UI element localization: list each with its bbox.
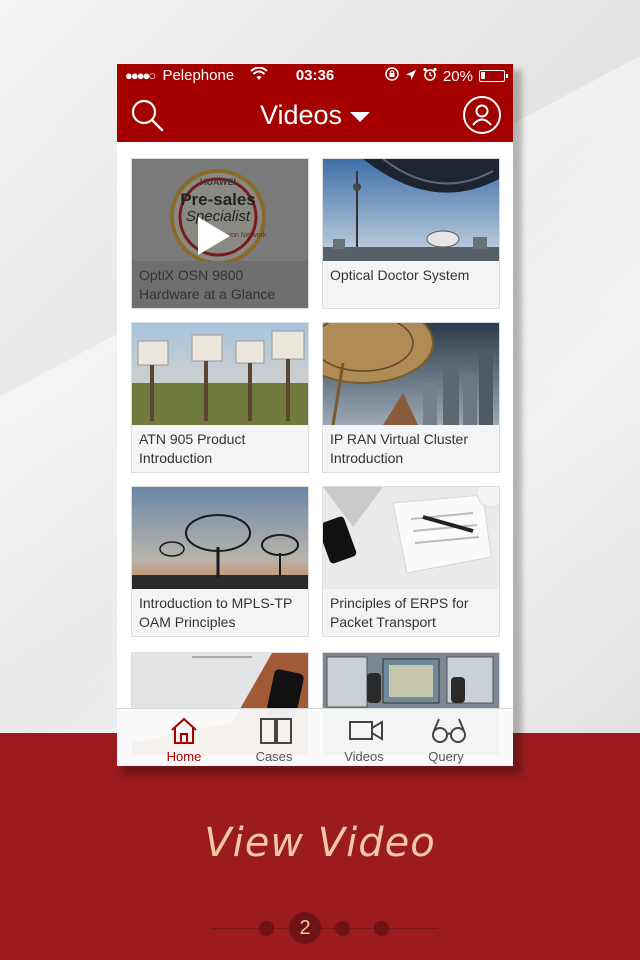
pager-line bbox=[212, 928, 438, 929]
location-icon bbox=[405, 68, 417, 85]
video-card[interactable]: IP RAN Virtual Cluster Introduction bbox=[322, 322, 500, 473]
video-title: Introduction to MPLS-TP OAM Principles bbox=[139, 595, 293, 630]
video-thumbnail bbox=[323, 159, 499, 261]
pager-dot-4[interactable] bbox=[374, 921, 389, 936]
tab-label: Videos bbox=[344, 749, 384, 764]
video-thumbnail bbox=[323, 323, 499, 425]
video-card[interactable]: Introduction to MPLS-TP OAM Principles bbox=[131, 486, 309, 637]
tab-label: Cases bbox=[255, 749, 293, 764]
video-card[interactable]: HUAWEI Pre-sales Specialist Transmission… bbox=[131, 158, 309, 309]
battery-icon bbox=[479, 70, 508, 82]
video-title: IP RAN Virtual Cluster Introduction bbox=[330, 431, 468, 466]
tab-label: Query bbox=[428, 749, 464, 764]
tab-videos[interactable]: Videos bbox=[319, 709, 409, 766]
alarm-icon bbox=[423, 67, 437, 85]
video-card[interactable]: ATN 905 Product Introduction bbox=[131, 322, 309, 473]
video-title: Optical Doctor System bbox=[330, 267, 470, 283]
video-thumbnail bbox=[323, 487, 499, 589]
pager-current[interactable]: 2 bbox=[289, 912, 321, 944]
chevron-down-icon bbox=[350, 111, 371, 122]
video-title: ATN 905 Product Introduction bbox=[139, 431, 246, 466]
video-card[interactable]: Optical Doctor System bbox=[322, 158, 500, 309]
tab-bar: Home Cases Videos Query bbox=[117, 708, 513, 766]
tab-label: Home bbox=[166, 749, 202, 764]
page-indicator: 2 bbox=[0, 910, 640, 946]
video-title: Principles of ERPS for Packet Transport bbox=[330, 595, 469, 630]
nav-title-dropdown[interactable]: Videos bbox=[117, 100, 513, 131]
video-thumbnail bbox=[132, 487, 308, 589]
tab-cases[interactable]: Cases bbox=[229, 709, 319, 766]
home-icon bbox=[171, 717, 197, 744]
glasses-icon bbox=[432, 718, 466, 743]
tab-query[interactable]: Query bbox=[401, 709, 491, 766]
rotation-lock-icon bbox=[385, 67, 399, 85]
badge-title: Pre-sales bbox=[180, 190, 256, 209]
phone-screen: ●●●●○ Pelephone 03:36 20% Videos HUAWEI … bbox=[117, 64, 513, 766]
nav-bar: Videos bbox=[117, 88, 513, 142]
video-title: OptiX OSN 9800 Hardware at a Glance bbox=[139, 267, 276, 302]
status-bar: ●●●●○ Pelephone 03:36 20% bbox=[117, 64, 513, 88]
video-camera-icon bbox=[349, 720, 383, 741]
book-icon bbox=[260, 718, 292, 744]
page-title: Videos bbox=[259, 100, 343, 130]
video-grid: HUAWEI Pre-sales Specialist Transmission… bbox=[117, 142, 513, 766]
promo-caption: View Video bbox=[204, 820, 436, 866]
play-icon[interactable] bbox=[198, 217, 230, 255]
pager-dot-3[interactable] bbox=[335, 921, 350, 936]
pager-dot-1[interactable] bbox=[259, 921, 274, 936]
battery-percent: 20% bbox=[442, 67, 473, 85]
video-card[interactable]: Principles of ERPS for Packet Transport bbox=[322, 486, 500, 637]
tab-home[interactable]: Home bbox=[139, 709, 229, 766]
video-thumbnail bbox=[132, 323, 308, 425]
user-icon[interactable] bbox=[463, 96, 501, 134]
badge-brand: HUAWEI bbox=[200, 177, 236, 187]
